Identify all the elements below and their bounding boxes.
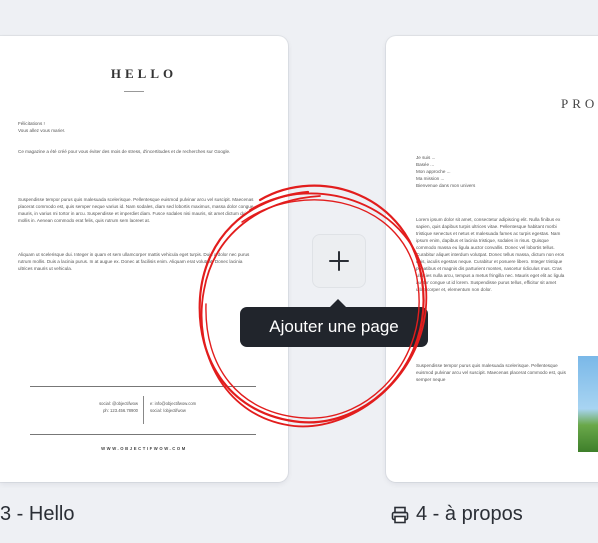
footer-social-2: social: /objectifwow [150,408,186,413]
footer-left: social: @objectifwow ph: 123.456.78900 [64,400,138,414]
footer-right: e: info@objectifwow.com social: /objecti… [150,400,240,414]
footer-phone: ph: 123.456.78900 [103,408,138,413]
intro-line: Je suis ... [416,155,436,160]
intro-line: Ma mission ... [416,176,445,181]
tooltip-arrow [330,299,346,307]
page-title: HELLO [110,66,178,81]
plus-icon [329,251,349,271]
intro-lines: Je suis ... Basée ... Mon approche ... Ma m… [416,154,536,189]
page-label-4-text: 4 - à propos [416,503,523,525]
intro-text: Ce magazine a été créé pour vous éviter … [18,149,231,154]
page-thumbnail-3[interactable]: HELLO Félicitations ! Vous allez vous ma… [0,36,288,482]
footer-separator [143,396,144,424]
page-title: PRO [561,96,598,111]
footer-email: e: info@objectifwow.com [150,401,197,406]
footer-rule-top [30,386,256,387]
body-paragraph-1: Suspendisse tempor purus quis malesuada … [18,197,254,223]
body-paragraph-2: Suspendisse tempor purus quis malesuada … [416,363,566,382]
title-divider [124,91,144,92]
page-label-3[interactable]: 3 - Hello [0,503,74,526]
greeting-line-2: Vous allez vous marier. [18,128,66,133]
footer-social: social: @objectifwow [99,401,138,406]
landscape-image [578,356,598,452]
intro-line: Bienvenue dans mon univers [416,183,476,188]
body-paragraph-1: Lorem ipsum dolor sit amet, consectetur … [416,217,565,292]
greeting-text: Félicitations ! Vous allez vous marier. [18,120,258,134]
body-paragraph-2: Aliquam ut scelerisque dui. Integer in q… [18,252,250,271]
footer-rule-bottom [30,434,256,435]
page-thumbnail-4[interactable]: PRO Je suis ... Basée ... Mon approche ...… [386,36,598,482]
add-page-tooltip: Ajouter une page [240,307,428,347]
print-icon [391,506,409,523]
add-page-button[interactable] [312,234,366,288]
intro-line: Mon approche ... [416,169,451,174]
greeting-line-1: Félicitations ! [18,121,45,126]
page-label-4[interactable]: 4 - à propos [390,503,523,526]
footer-url: WWW.OBJECTIFWOW.COM [101,446,187,451]
intro-line: Basée ... [416,162,435,167]
